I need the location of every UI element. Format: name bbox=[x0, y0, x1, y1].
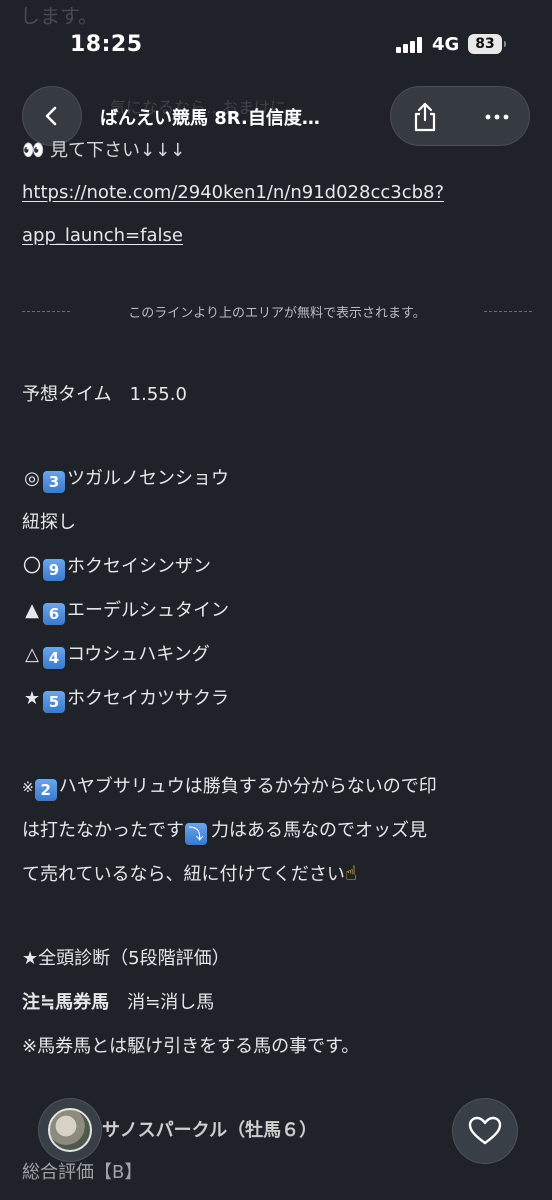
chevron-left-icon bbox=[45, 106, 57, 126]
note-line-2: は打たなかったです ⤵ 力はある馬なのでオッズ見 bbox=[22, 816, 427, 845]
pick-row: 紐探し bbox=[22, 508, 76, 534]
status-bar: 18:25 4G 83 bbox=[0, 0, 552, 80]
note-line-3: て売れているなら、紐に付けてください☝ bbox=[22, 860, 357, 886]
heart-icon bbox=[468, 1116, 502, 1145]
network-type: 4G bbox=[432, 34, 460, 55]
note-line-1: ※ 2 ハヤブサリュウは勝負するか分からないので印 bbox=[22, 772, 437, 801]
pick-row: ▲ 6 エーデルシュタイン bbox=[22, 596, 229, 625]
share-button[interactable] bbox=[405, 97, 445, 137]
note-text: ハヤブサリュウは勝負するか分からないので印 bbox=[58, 776, 437, 797]
paywall-divider: このラインより上のエリアが無料で表示されます。 bbox=[22, 300, 532, 324]
horse-name: 紐探し bbox=[22, 512, 76, 533]
eyes-emoji-icon: 👀 bbox=[22, 140, 45, 161]
pick-mark: ★ bbox=[23, 688, 41, 709]
article-link-line-1[interactable]: https://note.com/2940ken1/n/n91d028cc3cb… bbox=[22, 182, 444, 203]
pick-mark: ▲ bbox=[25, 600, 39, 621]
pick-mark: 〇 bbox=[23, 556, 41, 577]
legend-note: ※馬券馬とは駆け引きをする馬の事です。 bbox=[22, 1036, 360, 1057]
see-below-line: 👀 見て下さい↓↓↓ bbox=[22, 136, 185, 162]
pointing-up-icon: ☝ bbox=[344, 861, 358, 885]
more-button[interactable] bbox=[477, 97, 517, 137]
number-badge: 3 bbox=[43, 471, 65, 493]
horse-name: コウシュハキング bbox=[67, 644, 210, 665]
pick-row: △ 4 コウシュハキング bbox=[22, 640, 210, 669]
article-link-line-2[interactable]: app_launch=false bbox=[22, 225, 183, 246]
like-button[interactable] bbox=[452, 1098, 518, 1164]
legend-line: 注≒馬券馬 消≒消し馬 bbox=[22, 988, 214, 1014]
number-badge: 5 bbox=[43, 691, 65, 713]
legend-rest: 消≒消し馬 bbox=[109, 992, 215, 1013]
diagnosis-title: ★全頭診断（5段階評価） bbox=[22, 948, 230, 969]
horse-name: エーデルシュタイン bbox=[67, 600, 229, 621]
author-avatar bbox=[48, 1108, 92, 1152]
pick-mark: △ bbox=[25, 644, 39, 665]
note-text: は打たなかったです bbox=[22, 820, 184, 841]
note-text: 力はある馬なのでオッズ見 bbox=[211, 820, 427, 841]
note-text: て売れているなら、紐に付けてください bbox=[22, 864, 345, 885]
page-title: ばんえい競馬 8R.自信度… bbox=[100, 108, 320, 129]
header-actions bbox=[390, 86, 530, 146]
see-below-text: 見て下さい↓↓↓ bbox=[50, 140, 186, 161]
horse-entry: サノスパークル（牡馬６） bbox=[102, 1120, 318, 1141]
note-article-screen: します。 気になるなら…おまけに… 18:25 4G 83 ばんえい競馬 8R.… bbox=[0, 0, 552, 1200]
number-badge: 6 bbox=[43, 603, 65, 625]
pick-row: ◎ 3 ツガルノセンショウ bbox=[22, 464, 229, 493]
signal-icon bbox=[396, 37, 422, 53]
number-badge: 9 bbox=[43, 559, 65, 581]
more-horizontal-icon bbox=[485, 114, 509, 120]
arrow-down-icon: ⤵ bbox=[185, 823, 207, 845]
author-button[interactable] bbox=[38, 1098, 102, 1162]
horse-name: ホクセイシンザン bbox=[67, 556, 211, 577]
divider-dash-left bbox=[22, 311, 70, 312]
predicted-time: 予想タイム 1.55.0 bbox=[22, 384, 187, 405]
share-icon bbox=[414, 102, 436, 132]
horse-name: ホクセイカツサクラ bbox=[67, 688, 229, 709]
battery-icon: 83 bbox=[468, 34, 506, 54]
rating: 総合評価【B】 bbox=[22, 1162, 143, 1183]
status-time: 18:25 bbox=[70, 32, 143, 57]
number-badge: 4 bbox=[43, 647, 65, 669]
number-badge: 2 bbox=[34, 779, 57, 801]
pick-row: 〇 9 ホクセイシンザン bbox=[22, 552, 211, 581]
note-prefix: ※ bbox=[22, 780, 34, 796]
legend-bold: 注≒馬券馬 bbox=[22, 992, 110, 1013]
horse-name: ツガルノセンショウ bbox=[67, 468, 229, 489]
paywall-notice: このラインより上のエリアが無料で表示されます。 bbox=[128, 306, 426, 321]
pick-row: ★ 5 ホクセイカツサクラ bbox=[22, 684, 229, 713]
divider-dash-right bbox=[484, 311, 532, 312]
pick-mark: ◎ bbox=[24, 468, 40, 489]
